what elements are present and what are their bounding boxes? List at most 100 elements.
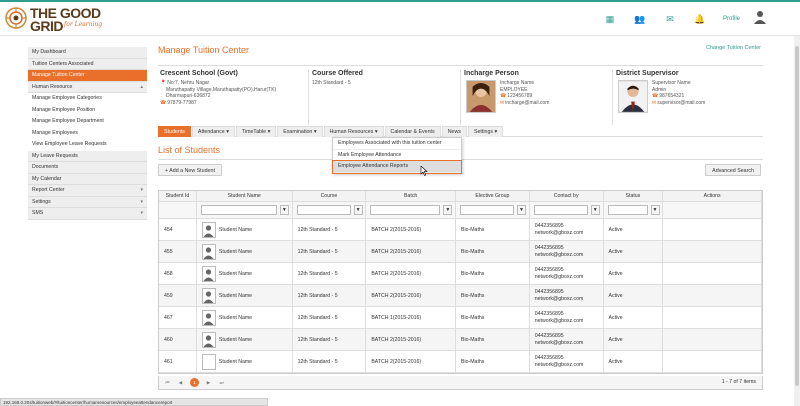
table-row[interactable]: 467 Student Name 12th Standard - 5 BATCH 1(…: [159, 307, 762, 329]
page-scrollbar[interactable]: [794, 36, 800, 406]
filter-icon[interactable]: ▼: [650, 205, 660, 215]
sidebar-item[interactable]: Manage Employee Categories: [28, 93, 147, 105]
sidebar-item[interactable]: SMS ▾: [28, 208, 147, 220]
page-current[interactable]: 1: [190, 378, 199, 387]
cell-status: Active: [608, 292, 623, 299]
column-header[interactable]: Status: [604, 191, 664, 201]
grid-apps-icon[interactable]: ▦: [603, 12, 617, 26]
filter-input[interactable]: [200, 205, 277, 215]
brand-logo[interactable]: THE GOOD GRID for Learning: [4, 5, 124, 35]
tab[interactable]: Calendar & Events: [384, 126, 441, 137]
tab[interactable]: News: [441, 126, 467, 137]
user-avatar[interactable]: [754, 10, 766, 24]
sidebar-item-label: Manage Employees: [32, 129, 78, 136]
advanced-search-button[interactable]: Advanced Search: [705, 164, 761, 176]
student-photo: [201, 243, 216, 260]
student-name[interactable]: Student Name: [219, 293, 252, 299]
filter-input[interactable]: [370, 205, 441, 215]
change-tuition-center-link[interactable]: Change Tuition Center: [706, 45, 761, 51]
filter-icon[interactable]: ▼: [353, 205, 363, 215]
grid-cell: [663, 219, 762, 240]
grid-cell: [663, 263, 762, 284]
filter-icon[interactable]: ▼: [279, 205, 289, 215]
column-header[interactable]: Batch: [366, 191, 457, 201]
grid-cell: Active: [604, 263, 664, 284]
tab[interactable]: Attendance ▾: [191, 126, 235, 137]
table-row[interactable]: 460 Student Name 12th Standard - 5 BATCH 2(…: [159, 329, 762, 351]
sidebar-item[interactable]: Documents: [28, 162, 147, 174]
sidebar-item[interactable]: Settings ▾: [28, 196, 147, 208]
filter-input[interactable]: [460, 205, 515, 215]
sidebar-item-label: Report Center: [32, 187, 65, 193]
column-header[interactable]: Actions: [663, 191, 762, 201]
incharge-email: ✉incharge@mail.com: [500, 99, 550, 106]
sidebar-item[interactable]: My Leave Requests: [28, 150, 147, 162]
student-name[interactable]: Student Name: [219, 359, 252, 365]
sidebar-item[interactable]: Manage Employee Department: [28, 116, 147, 128]
tab[interactable]: Settings ▾: [467, 126, 504, 137]
sidebar-item[interactable]: Manage Employees: [28, 127, 147, 139]
filter-icon[interactable]: ▼: [517, 205, 527, 215]
student-name[interactable]: Student Name: [219, 227, 252, 233]
first-page-icon[interactable]: ⏮: [163, 378, 172, 387]
sidebar-item[interactable]: Manage Tuition Center: [28, 70, 147, 82]
app-header: THE GOOD GRID for Learning ▦ 👥 ✉ 🔔 Profi…: [0, 2, 800, 36]
sidebar-item[interactable]: Human Resource ▴: [28, 81, 147, 93]
student-name[interactable]: Student Name: [219, 271, 252, 277]
cell-batch: BATCH 2(2015-2016): [371, 358, 422, 365]
student-name[interactable]: Student Name: [219, 315, 252, 321]
sidebar-item[interactable]: My Calendar: [28, 173, 147, 185]
sidebar-item-label: Manage Employee Categories: [32, 95, 102, 101]
table-row[interactable]: 459 Student Name 12th Standard - 5 BATCH 2(…: [159, 285, 762, 307]
sidebar-item-label: Human Resource: [32, 83, 73, 90]
filter-input[interactable]: [296, 205, 351, 215]
column-header[interactable]: Contact by: [530, 191, 604, 201]
sidebar-item[interactable]: Manage Employee Position: [28, 104, 147, 116]
bell-icon[interactable]: 🔔: [693, 12, 707, 26]
cell-id: 467: [164, 314, 173, 321]
tab[interactable]: Examination ▾: [277, 126, 323, 137]
tab[interactable]: TimeTable ▾: [235, 126, 277, 137]
grid-cell: Active: [604, 351, 664, 372]
table-row[interactable]: 461 Student Name 12th Standard - 5 BATCH 2(…: [159, 351, 762, 373]
course-info: Course Offered 12th Standard - 5: [312, 70, 457, 126]
last-page-icon[interactable]: ⏭: [217, 378, 226, 387]
prev-page-icon[interactable]: ◀: [176, 378, 185, 387]
tab[interactable]: Human Resources ▾: [323, 126, 384, 137]
column-header[interactable]: Course: [293, 191, 367, 201]
filter-input[interactable]: [607, 205, 648, 215]
grid-cell: [663, 241, 762, 262]
next-page-icon[interactable]: ▶: [204, 378, 213, 387]
course-value: 12th Standard - 5: [312, 80, 351, 86]
table-row[interactable]: 455 Student Name 12th Standard - 5 BATCH 2(…: [159, 241, 762, 263]
grid-cell: 461: [159, 351, 197, 372]
grid-cell: 455: [159, 241, 197, 262]
mail-icon[interactable]: ✉: [663, 12, 677, 26]
dropdown-menu-item[interactable]: Employee Attendance Reports: [332, 160, 462, 174]
table-row[interactable]: 454 Student Name 12th Standard - 5 BATCH 2(…: [159, 219, 762, 241]
profile-link[interactable]: Profile: [723, 16, 740, 22]
sidebar: My Dashboard Tuition Centers Associated Ma…: [28, 47, 147, 220]
sidebar-item[interactable]: Tuition Centers Associated: [28, 58, 147, 70]
contact-phone: 0442356895: [534, 244, 564, 251]
table-row[interactable]: 458 Student Name 12th Standard - 5 BATCH 2(…: [159, 263, 762, 285]
sidebar-item[interactable]: Report Center ▾: [28, 185, 147, 197]
dropdown-menu-item[interactable]: Employees Associated with this tuition c…: [333, 138, 461, 150]
supervisor-photo: [618, 80, 648, 113]
add-student-button[interactable]: + Add a New Student: [158, 164, 222, 176]
dropdown-menu-item[interactable]: Mark Employee Attendance: [333, 150, 461, 161]
sidebar-item[interactable]: My Dashboard: [28, 47, 147, 59]
grid-cell: Active: [604, 307, 664, 328]
student-name[interactable]: Student Name: [219, 337, 252, 343]
column-header[interactable]: Student Id: [159, 191, 197, 201]
student-name[interactable]: Student Name: [219, 249, 252, 255]
cell-course: 12th Standard - 5: [297, 292, 338, 299]
sidebar-item[interactable]: View Employee Leave Requests: [28, 139, 147, 151]
tab[interactable]: Students: [158, 126, 191, 137]
filter-icon[interactable]: ▼: [443, 205, 453, 215]
column-header[interactable]: Elective Group: [456, 191, 530, 201]
filter-input[interactable]: [533, 205, 588, 215]
users-icon[interactable]: 👥: [633, 12, 647, 26]
filter-icon[interactable]: ▼: [590, 205, 600, 215]
column-header[interactable]: Student Name: [197, 191, 293, 201]
